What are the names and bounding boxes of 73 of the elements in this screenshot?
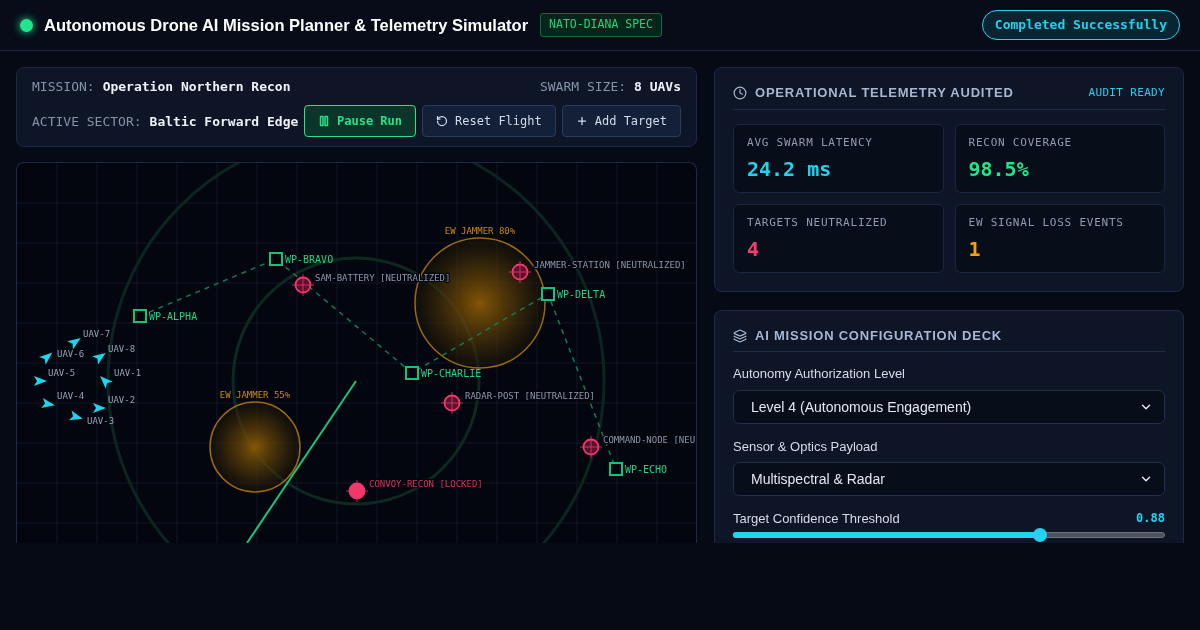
waypoint-label: WP-ECHO — [625, 463, 668, 475]
slider-reading: 0.88 — [1136, 511, 1165, 526]
pause-icon — [318, 115, 330, 128]
stat-label: AVG SWARM LATENCY — [747, 136, 874, 150]
target-label: CONVOY-RECON [LOCKED] — [369, 479, 483, 489]
drone-label: UAV-6 — [57, 349, 85, 359]
waypoint-marker-icon[interactable] — [133, 309, 147, 323]
sector-label: ACTIVE SECTOR: — [32, 112, 142, 131]
jammer-label: EW JAMMER 55% — [219, 390, 291, 400]
stat-value: 24.2 ms — [747, 157, 833, 181]
jammer-label: EW JAMMER 80% — [444, 226, 516, 236]
audit-status: AUDIT READY — [1088, 84, 1165, 101]
target-crosshair-icon[interactable] — [345, 479, 369, 503]
dropdown-select[interactable]: Multispectral & Radar — [733, 462, 1165, 496]
drone-label: UAV-1 — [114, 368, 142, 378]
sector-name: Baltic Forward Edge — [149, 112, 299, 131]
reset-icon — [436, 115, 449, 128]
slider-thumb[interactable] — [1032, 528, 1047, 542]
app-title: Autonomous Drone AI Mission Planner & Telemetry Simulator — [44, 14, 529, 36]
control-button[interactable]: Add Target — [561, 105, 681, 138]
waypoint-label: WP-CHARLIE — [421, 367, 482, 379]
target-crosshair-icon[interactable] — [579, 435, 603, 459]
waypoint-label: WP-DELTA — [557, 288, 606, 300]
slider-track[interactable] — [733, 528, 1165, 542]
target-crosshair-icon[interactable] — [508, 260, 532, 284]
drone-arrow-icon[interactable] — [92, 353, 106, 365]
drone-arrow-icon[interactable] — [68, 410, 83, 421]
drone-label: UAV-7 — [83, 329, 111, 339]
drone-arrow-icon[interactable] — [41, 398, 55, 408]
waypoint-label: WP-BRAVO — [285, 253, 334, 265]
target-crosshair-icon[interactable] — [291, 273, 315, 297]
stat-label: EW SIGNAL LOSS EVENTS — [968, 216, 1125, 230]
waypoint-marker-icon[interactable] — [405, 366, 419, 380]
stat-value: 4 — [747, 237, 761, 261]
drone-label: UAV-3 — [87, 416, 115, 426]
drone-label: UAV-2 — [108, 395, 136, 405]
plus-icon — [575, 115, 588, 128]
swarm-size-label: SWARM SIZE: — [539, 77, 627, 96]
drone-arrow-icon[interactable] — [93, 403, 106, 413]
stat-label: TARGETS NEUTRALIZED — [747, 216, 889, 230]
field-label: Target Confidence Threshold — [733, 511, 900, 526]
target-label: COMMAND-NODE [NEU — [603, 435, 696, 445]
waypoint-marker-icon[interactable] — [269, 252, 283, 266]
stat-value: 98.5% — [968, 157, 1030, 181]
spec-badge: NATO-DIANA SPEC — [540, 13, 662, 37]
clock-icon — [733, 86, 747, 100]
control-button[interactable]: Pause Run — [304, 105, 417, 138]
drone-label: UAV-8 — [108, 344, 136, 354]
waypoint-marker-icon[interactable] — [609, 462, 623, 476]
drone-arrow-icon[interactable] — [67, 338, 81, 350]
stat-label: RECON COVERAGE — [968, 136, 1073, 150]
drone-label: UAV-5 — [48, 368, 76, 378]
panel-title: OPERATIONAL TELEMETRY AUDITED — [755, 84, 1014, 103]
drone-arrow-icon[interactable] — [39, 352, 53, 365]
control-button[interactable]: Reset Flight — [422, 105, 556, 138]
waypoint-label: WP-ALPHA — [149, 310, 198, 322]
drone-arrow-icon[interactable] — [100, 376, 113, 389]
panel-title: AI MISSION CONFIGURATION DECK — [755, 327, 1002, 346]
layers-icon — [733, 329, 747, 343]
dropdown-select[interactable]: Level 4 (Autonomous Engagement) — [733, 390, 1165, 424]
field-label: Autonomy Authorization Level — [733, 366, 906, 381]
field-label: Sensor & Optics Payload — [733, 439, 879, 454]
mission-label: MISSION: — [32, 77, 95, 96]
drone-arrow-icon[interactable] — [34, 376, 47, 386]
drone-label: UAV-4 — [57, 391, 85, 401]
waypoint-marker-icon[interactable] — [541, 287, 555, 301]
stat-value: 1 — [968, 237, 982, 261]
swarm-size-value: 8 UAVs — [634, 77, 681, 96]
target-label: JAMMER-STATION [NEUTRALIZED] — [534, 260, 686, 270]
run-status-pill: Completed Successfully — [981, 10, 1180, 40]
target-label: RADAR-POST [NEUTRALIZED] — [465, 391, 596, 401]
mission-name: Operation Northern Recon — [102, 77, 291, 96]
target-crosshair-icon[interactable] — [440, 391, 464, 415]
